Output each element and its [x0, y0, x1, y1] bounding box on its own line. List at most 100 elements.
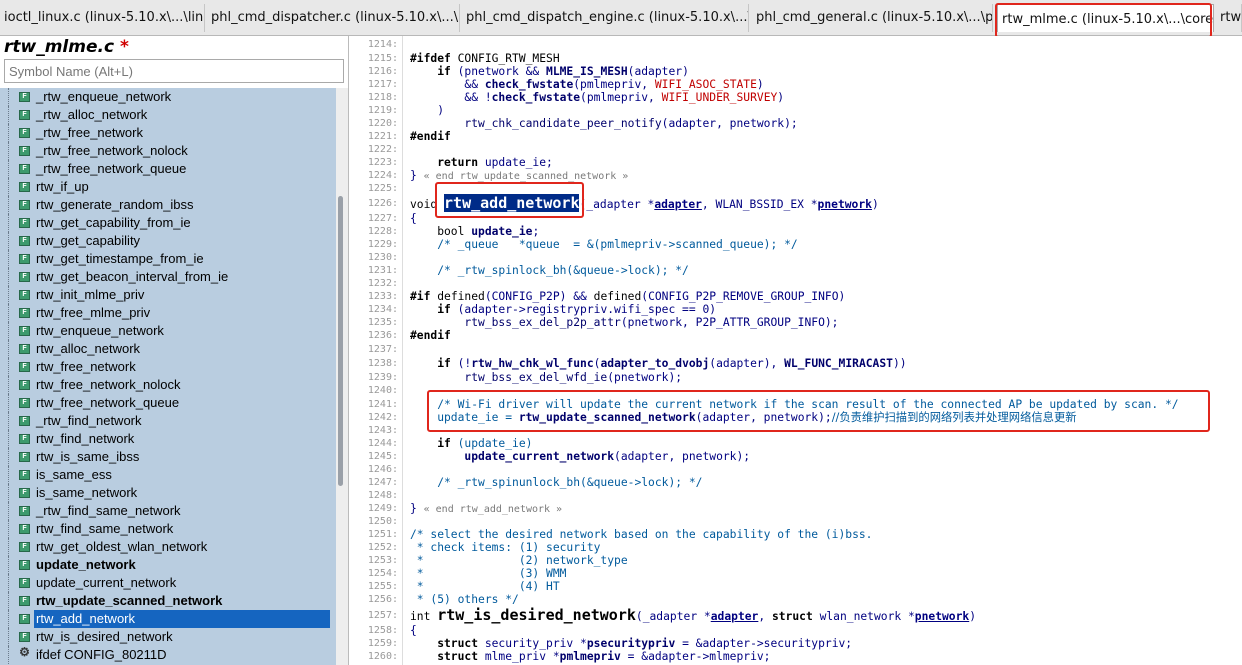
symbol-list-item[interactable]: Frtw_add_network — [0, 610, 336, 628]
code-line: * check items: (1) security — [410, 541, 601, 554]
symbol-label: rtw_get_capability_from_ie — [36, 215, 191, 230]
symbol-list-item[interactable]: F _rtw_find_same_network — [0, 502, 336, 520]
tree-line — [8, 628, 19, 646]
line-number: 1226: — [367, 198, 398, 209]
line-number: 1233: — [367, 291, 398, 302]
symbol-label: rtw_generate_random_ibss — [36, 197, 194, 212]
code-line: /* select the desired network based on t… — [410, 528, 873, 541]
code-editor[interactable]: 1214: 1215: 1216: 1217: 1218: 1219: 1220: 1221:… — [360, 36, 1242, 665]
symbol-list-item[interactable]: Frtw_find_same_network — [0, 520, 336, 538]
symbol-list-item[interactable]: Frtw_get_capability — [0, 232, 336, 250]
symbol-list-item[interactable]: Fis_same_network — [0, 484, 336, 502]
tree-line — [8, 106, 19, 124]
line-number: 1247: — [367, 477, 398, 488]
symbol-label: rtw_is_same_ibss — [36, 449, 140, 464]
line-number: 1249: — [367, 503, 398, 514]
symbol-search-input[interactable] — [4, 59, 344, 83]
line-number: 1234: — [367, 304, 398, 315]
symbol-list-item[interactable]: Frtw_get_timestampe_from_ie — [0, 250, 336, 268]
tree-line — [8, 592, 19, 610]
tab-0[interactable]: ioctl_linux.c (linux-5.10.x\...\linux) — [0, 4, 205, 32]
symbol-list-item[interactable]: Frtw_get_oldest_wlan_network — [0, 538, 336, 556]
line-number: 1256: — [367, 594, 398, 605]
code-line: rtw_bss_ex_del_p2p_attr(pnetwork, P2P_AT… — [410, 316, 839, 329]
code-line: * (3) WMM — [410, 567, 567, 580]
symbol-label: rtw_update_scanned_network — [36, 593, 223, 608]
tree-line — [8, 340, 19, 358]
symbol-list-item[interactable]: Fupdate_network — [0, 556, 336, 574]
symbol-label: is_same_network — [36, 485, 138, 500]
fold-margin[interactable] — [402, 36, 409, 665]
line-number: 1260: — [367, 651, 398, 662]
code-line: && !check_fwstate(pmlmepriv, WIFI_UNDER_… — [410, 91, 785, 104]
tab-5[interactable]: rtw_ — [1216, 4, 1242, 32]
scrollbar-thumb[interactable] — [338, 196, 343, 486]
code-line: /* _queue *queue = &(pmlmepriv->scanned_… — [410, 238, 798, 251]
symbol-list-item[interactable]: Fupdate_current_network — [0, 574, 336, 592]
line-number: 1246: — [367, 464, 398, 475]
symbol-list-item[interactable]: Frtw_find_network — [0, 430, 336, 448]
symbol-label: rtw_enqueue_network — [36, 323, 164, 338]
tab-2[interactable]: phl_cmd_dispatch_engine.c (linux-5.10.x\… — [462, 4, 749, 32]
symbol-list-item[interactable]: Frtw_is_desired_network — [0, 628, 336, 646]
symbol-list-item[interactable]: Frtw_generate_random_ibss — [0, 196, 336, 214]
line-number: 1243: — [367, 425, 398, 436]
symbol-list-item[interactable]: Frtw_if_up — [0, 178, 336, 196]
code-line: { — [410, 212, 417, 225]
symbol-list-item[interactable]: F _rtw_find_network — [0, 412, 336, 430]
symbol-list-item[interactable]: Frtw_get_beacon_interval_from_ie — [0, 268, 336, 286]
function-icon: F — [19, 164, 30, 174]
symbol-label: rtw_if_up — [36, 179, 89, 194]
function-icon: F — [19, 596, 30, 606]
symbol-list-item[interactable]: Fis_same_ess — [0, 466, 336, 484]
symbol-list-item[interactable]: Frtw_is_same_ibss — [0, 448, 336, 466]
tab-1[interactable]: phl_cmd_dispatcher.c (linux-5.10.x\...\p… — [207, 4, 460, 32]
code-line: rtw_chk_candidate_peer_notify(adapter, p… — [410, 117, 798, 130]
line-number: 1230: — [367, 252, 398, 263]
symbol-list-item[interactable]: Frtw_update_scanned_network — [0, 592, 336, 610]
line-number: 1241: — [367, 399, 398, 410]
tree-line — [8, 232, 19, 250]
symbol-label: _rtw_free_network_nolock — [36, 143, 188, 158]
function-icon: F — [19, 110, 30, 120]
line-number: 1250: — [367, 516, 398, 527]
function-icon: F — [19, 146, 30, 156]
symbol-list-item[interactable]: F _rtw_free_network — [0, 124, 336, 142]
tab-label: phl_cmd_dispatcher.c (linux-5.10.x\...\p… — [211, 10, 460, 25]
symbol-list-item[interactable]: F _rtw_free_network_queue — [0, 160, 336, 178]
symbol-label: _rtw_find_network — [36, 413, 142, 428]
symbol-list-item[interactable]: Frtw_get_capability_from_ie — [0, 214, 336, 232]
symbol-list-scrollbar[interactable] — [336, 88, 348, 665]
symbol-list-item[interactable]: Frtw_init_mlme_priv — [0, 286, 336, 304]
symbol-list-item[interactable]: Frtw_free_network_queue — [0, 394, 336, 412]
symbol-list-item[interactable]: Frtw_free_network — [0, 358, 336, 376]
tree-line — [8, 556, 19, 574]
function-icon: F — [19, 380, 30, 390]
code-line: return update_ie; — [410, 156, 553, 169]
function-icon: F — [19, 416, 30, 426]
symbol-list[interactable]: F _rtw_enqueue_network F _rtw_alloc_network… — [0, 88, 336, 665]
symbol-label: rtw_free_network_queue — [36, 395, 180, 410]
symbol-list-item[interactable]: Frtw_free_network_nolock — [0, 376, 336, 394]
symbol-list-item[interactable]: Frtw_alloc_network — [0, 340, 336, 358]
code-line: if (update_ie) — [410, 437, 533, 450]
symbol-list-item[interactable]: ⚙ ifdef CONFIG_80211D — [0, 646, 336, 664]
line-number: 1219: — [367, 105, 398, 116]
tree-line — [8, 124, 19, 142]
symbol-label: update_current_network — [36, 575, 177, 590]
tree-line — [8, 322, 19, 340]
tree-line — [8, 376, 19, 394]
symbol-list-item[interactable]: F _rtw_free_network_nolock — [0, 142, 336, 160]
symbol-list-item[interactable]: Frtw_enqueue_network — [0, 322, 336, 340]
symbol-list-item[interactable]: Frtw_free_mlme_priv — [0, 304, 336, 322]
function-icon: F — [19, 182, 30, 192]
symbol-list-item[interactable]: F _rtw_enqueue_network — [0, 88, 336, 106]
symbol-list-item[interactable]: F _rtw_alloc_network — [0, 106, 336, 124]
symbol-label: is_same_ess — [36, 467, 112, 482]
tab-3[interactable]: phl_cmd_general.c (linux-5.10.x\...\phl) — [752, 4, 993, 32]
tree-line — [8, 358, 19, 376]
line-number: 1228: — [367, 226, 398, 237]
code-line: * (4) HT — [410, 580, 560, 593]
tab-label: ioctl_linux.c (linux-5.10.x\...\linux) — [4, 10, 205, 25]
annotation-box-active-tab — [995, 3, 1212, 38]
